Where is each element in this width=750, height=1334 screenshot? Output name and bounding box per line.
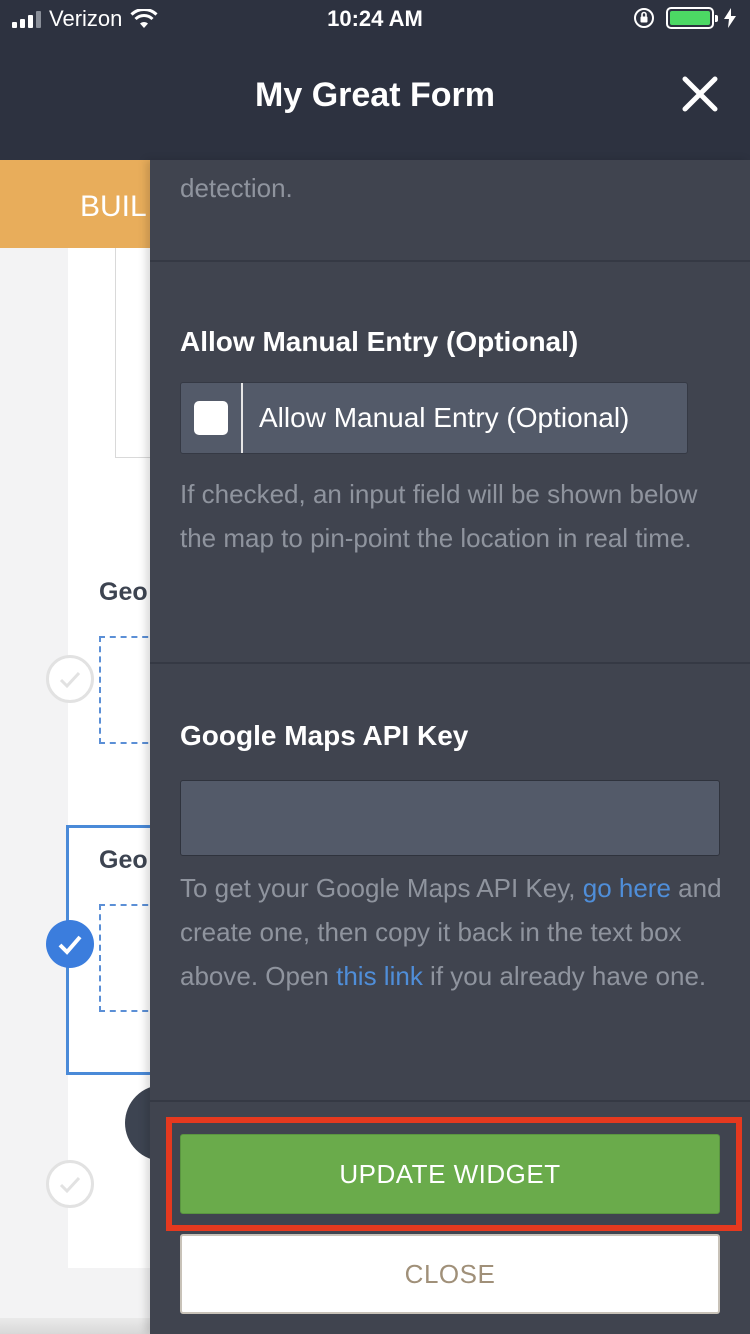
orientation-lock-icon <box>634 8 654 28</box>
widget-settings-panel: detection. Allow Manual Entry (Optional)… <box>150 160 750 1334</box>
checkbox-wrapper <box>181 383 243 453</box>
api-key-help-part: To get your Google Maps API Key, <box>180 873 583 903</box>
header-bar: My Great Form <box>0 40 750 160</box>
api-key-help-part: if you already have one. <box>422 961 707 991</box>
panel-footer: UPDATE WIDGET CLOSE <box>150 1102 750 1334</box>
manual-entry-checkbox-field[interactable]: Allow Manual Entry (Optional) <box>180 382 688 454</box>
manual-entry-help-text: If checked, an input field will be shown… <box>180 479 698 553</box>
battery-icon <box>666 7 718 29</box>
previous-widget-box <box>115 248 155 458</box>
section-divider <box>150 260 750 262</box>
manual-entry-checkbox[interactable] <box>194 401 228 435</box>
manual-entry-checkbox-label[interactable]: Allow Manual Entry (Optional) <box>243 402 629 434</box>
builder-tab[interactable]: BUIL <box>0 160 150 248</box>
widget-label: Geo <box>99 578 148 606</box>
manual-entry-heading: Allow Manual Entry (Optional) <box>180 326 579 357</box>
close-button[interactable]: CLOSE <box>180 1234 720 1314</box>
bottom-shadow <box>0 1318 150 1334</box>
update-widget-button[interactable]: UPDATE WIDGET <box>180 1134 720 1214</box>
section-divider <box>150 662 750 664</box>
status-bar: Verizon 10:24 AM <box>0 0 750 40</box>
widget-label: Geo <box>99 846 148 874</box>
api-key-help-text: To get your Google Maps API Key, go here… <box>180 866 730 998</box>
status-right <box>632 6 736 30</box>
form-title: My Great Form <box>255 76 495 114</box>
widget-selected-check-icon[interactable] <box>46 920 94 968</box>
go-here-link[interactable]: go here <box>583 873 671 903</box>
api-key-input[interactable] <box>180 780 720 856</box>
builder-tab-label: BUIL <box>80 190 147 223</box>
charging-bolt-icon <box>724 8 736 28</box>
this-link-link[interactable]: this link <box>336 961 423 991</box>
widget-select-check-icon[interactable] <box>46 655 94 703</box>
close-x-icon[interactable] <box>680 74 720 114</box>
api-key-heading: Google Maps API Key <box>180 720 469 751</box>
widget-select-check-icon[interactable] <box>46 1160 94 1208</box>
detection-text: detection. <box>180 173 293 203</box>
